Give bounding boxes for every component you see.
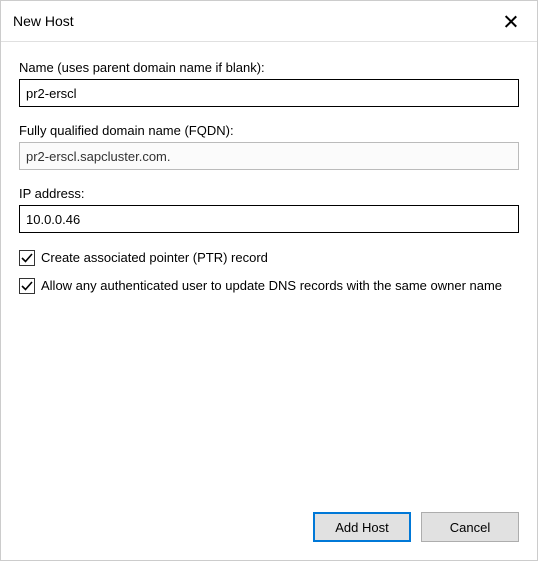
add-host-button[interactable]: Add Host [313, 512, 411, 542]
ptr-checkbox-label[interactable]: Create associated pointer (PTR) record [41, 249, 268, 267]
titlebar: New Host [1, 1, 537, 42]
ip-input[interactable] [19, 205, 519, 233]
check-icon [21, 280, 33, 292]
fqdn-field-group: Fully qualified domain name (FQDN): pr2-… [19, 123, 519, 170]
name-input[interactable] [19, 79, 519, 107]
ptr-checkbox[interactable] [19, 250, 35, 266]
cancel-button[interactable]: Cancel [421, 512, 519, 542]
ip-label: IP address: [19, 186, 519, 201]
ip-field-group: IP address: [19, 186, 519, 233]
new-host-dialog: New Host Name (uses parent domain name i… [0, 0, 538, 561]
spacer [19, 304, 519, 498]
name-field-group: Name (uses parent domain name if blank): [19, 60, 519, 107]
allow-update-checkbox[interactable] [19, 278, 35, 294]
button-row: Add Host Cancel [1, 498, 537, 560]
dialog-title: New Host [13, 13, 74, 29]
fqdn-display: pr2-erscl.sapcluster.com. [19, 142, 519, 170]
allow-update-checkbox-label[interactable]: Allow any authenticated user to update D… [41, 277, 502, 295]
fqdn-label: Fully qualified domain name (FQDN): [19, 123, 519, 138]
dialog-content: Name (uses parent domain name if blank):… [1, 42, 537, 498]
name-label: Name (uses parent domain name if blank): [19, 60, 519, 75]
allow-update-checkbox-row: Allow any authenticated user to update D… [19, 277, 519, 295]
close-button[interactable] [495, 9, 527, 33]
close-icon [505, 15, 517, 27]
ptr-checkbox-row: Create associated pointer (PTR) record [19, 249, 519, 267]
check-icon [21, 252, 33, 264]
